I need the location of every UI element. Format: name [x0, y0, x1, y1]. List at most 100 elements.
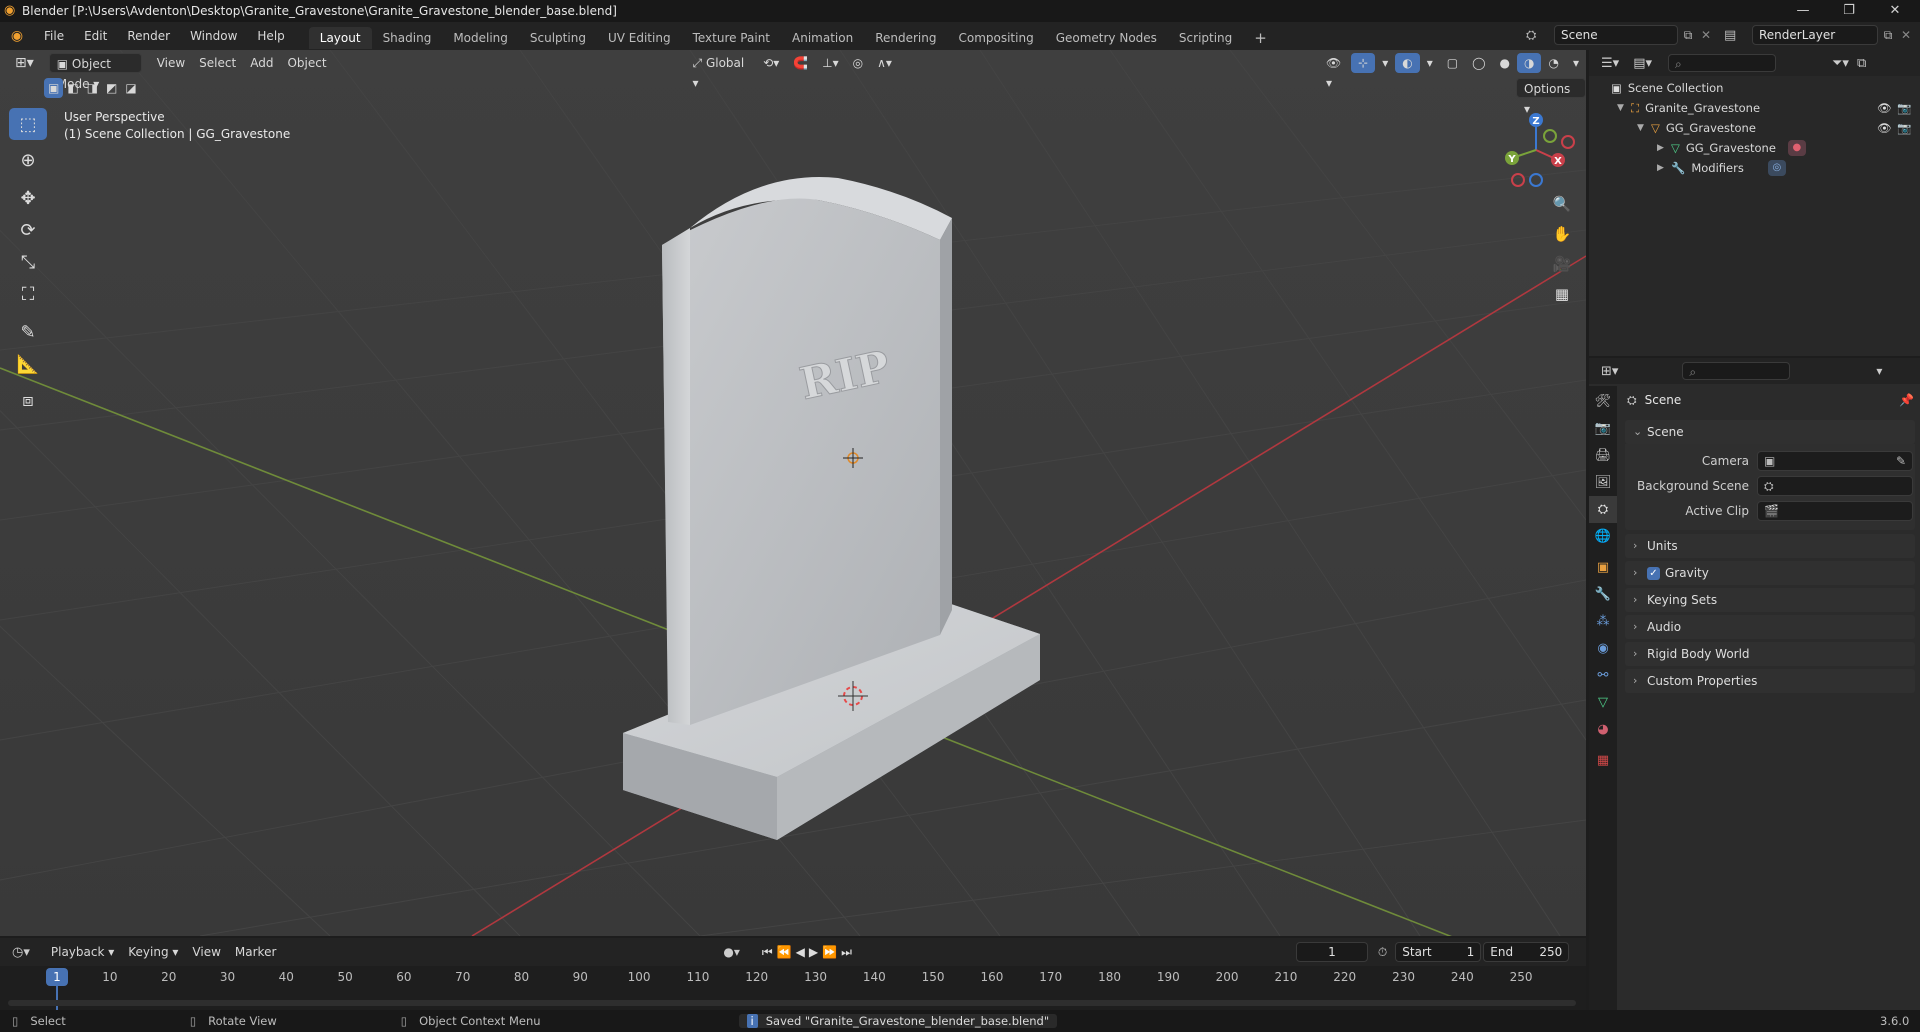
output-tab-icon[interactable]: 🖨	[1589, 442, 1617, 469]
panel-scene-header[interactable]: ⌄ Scene	[1625, 420, 1915, 444]
overlay-dropdown-icon[interactable]: ▾	[1420, 53, 1440, 73]
rendered-shading-icon[interactable]: ◔	[1541, 53, 1565, 73]
panel-keying-sets-header[interactable]: › Keying Sets	[1625, 588, 1915, 612]
transform-orientation-selector[interactable]: ⤢ Global ▾	[686, 53, 753, 90]
add-cube-tool-icon[interactable]: ⧈	[9, 384, 47, 416]
particles-tab-icon[interactable]: ⁂	[1589, 608, 1617, 635]
add-workspace-button[interactable]: +	[1243, 27, 1278, 49]
transform-tool-icon[interactable]: ⛶	[9, 278, 47, 310]
tab-rendering[interactable]: Rendering	[864, 27, 947, 49]
object-tab-icon[interactable]: ▣	[1589, 554, 1617, 581]
menu-render[interactable]: Render	[117, 22, 180, 50]
display-mode-icon[interactable]: ▤▾	[1633, 56, 1652, 71]
expand-chevron-icon[interactable]: ▶	[1657, 138, 1671, 158]
view-layer-field[interactable]: RenderLayer	[1752, 25, 1878, 45]
blender-menu-icon[interactable]: ◉	[0, 28, 34, 44]
properties-options-icon[interactable]: ▾	[1876, 364, 1882, 378]
panel-gravity-header[interactable]: › ✓ Gravity	[1625, 561, 1915, 585]
pan-hand-icon[interactable]: ✋	[1548, 220, 1576, 248]
menu-window[interactable]: Window	[180, 22, 247, 50]
timeline-menu-view[interactable]: View	[185, 942, 227, 962]
select-invert-icon[interactable]: ◩	[102, 78, 121, 98]
properties-editor-type-icon[interactable]: ⊞▾	[1601, 364, 1618, 379]
select-intersect-icon[interactable]: ◪	[121, 78, 140, 98]
tab-layout[interactable]: Layout	[308, 26, 372, 49]
scene-name-field[interactable]: Scene	[1554, 25, 1678, 45]
viewport-menu-select[interactable]: Select	[192, 53, 243, 73]
jump-keyframe-back-icon[interactable]: ⏪	[777, 945, 796, 959]
tab-texture-paint[interactable]: Texture Paint	[682, 27, 781, 49]
jump-start-icon[interactable]: ⏮	[762, 945, 777, 960]
gravity-checkbox[interactable]: ✓	[1647, 567, 1660, 580]
wireframe-shading-icon[interactable]: ◯	[1465, 53, 1492, 73]
data-tab-icon[interactable]: ▽	[1589, 689, 1617, 716]
outliner-row-root[interactable]: ▣ Scene Collection	[1589, 78, 1920, 98]
tab-compositing[interactable]: Compositing	[947, 27, 1044, 49]
zoom-icon[interactable]: 🔍	[1548, 190, 1576, 218]
material-shading-icon[interactable]: ◑	[1517, 53, 1542, 73]
outliner-row-modifiers[interactable]: ▶ 🔧 Modifiers ◎	[1589, 158, 1920, 178]
constraints-tab-icon[interactable]: ⚯	[1589, 662, 1617, 689]
eye-icon[interactable]: 👁	[1877, 118, 1892, 138]
viewport-menu-view[interactable]: View	[150, 53, 192, 73]
visibility-icon[interactable]: 👁▾	[1319, 53, 1351, 90]
rotate-tool-icon[interactable]: ⟳	[9, 214, 47, 246]
timeline-menu-marker[interactable]: Marker	[228, 942, 283, 962]
gizmo-toggle-icon[interactable]: ⊹	[1351, 53, 1376, 73]
falloff-icon[interactable]: ∧▾	[870, 53, 899, 73]
scene-tab-icon[interactable]: ⛭	[1589, 496, 1617, 523]
pin-icon[interactable]: 📌	[1899, 393, 1914, 407]
modifiers-tab-icon[interactable]: 🔧	[1589, 581, 1617, 608]
view-layer-tab-icon[interactable]: 🖼	[1589, 469, 1617, 496]
timeline-editor-type-icon[interactable]: ◷▾	[12, 945, 30, 960]
shading-dropdown-icon[interactable]: ▾	[1566, 53, 1586, 73]
tab-modeling[interactable]: Modeling	[442, 27, 519, 49]
move-tool-icon[interactable]: ✥	[9, 182, 47, 214]
camera-view-icon[interactable]: 🎥	[1548, 250, 1576, 278]
texture-tab-icon[interactable]: ▦	[1589, 747, 1617, 774]
material-icon[interactable]: ●	[1787, 140, 1806, 156]
scene-icon[interactable]: ⛭	[1526, 28, 1554, 43]
timeline-menu-playback[interactable]: Playback ▾	[44, 942, 121, 962]
camera-render-icon[interactable]: 📷	[1897, 118, 1911, 138]
select-subtract-icon[interactable]: ◨	[83, 78, 102, 98]
play-icon[interactable]: ▶	[809, 945, 822, 959]
select-extend-icon[interactable]: ◧	[63, 78, 82, 98]
playhead-frame-indicator[interactable]: 1	[46, 968, 68, 986]
annotate-tool-icon[interactable]: ✎	[9, 316, 47, 348]
tab-shading[interactable]: Shading	[372, 27, 443, 49]
panel-audio-header[interactable]: › Audio	[1625, 615, 1915, 639]
tab-animation[interactable]: Animation	[781, 27, 864, 49]
physics-tab-icon[interactable]: ◉	[1589, 635, 1617, 662]
overlay-toggle-icon[interactable]: ◐	[1395, 53, 1420, 73]
solid-shading-icon[interactable]: ●	[1493, 53, 1517, 73]
new-collection-icon[interactable]: ⧉	[1857, 56, 1866, 71]
jump-end-icon[interactable]: ⏭	[841, 945, 852, 960]
timeline-menu-keying[interactable]: Keying ▾	[121, 942, 185, 962]
panel-custom-properties-header[interactable]: › Custom Properties	[1625, 669, 1915, 693]
filter-icon[interactable]: ⏷▾	[1832, 56, 1849, 71]
current-frame-field[interactable]: 1	[1295, 942, 1368, 962]
modifier-icon[interactable]: ◎	[1767, 160, 1786, 176]
expand-chevron-icon[interactable]: ▶	[1657, 158, 1671, 178]
menu-help[interactable]: Help	[247, 22, 294, 50]
material-tab-icon[interactable]: ◕	[1589, 716, 1617, 743]
expand-chevron-icon[interactable]: ▼	[1617, 98, 1631, 118]
select-new-icon[interactable]: ▣	[44, 78, 64, 98]
pivot-point-icon[interactable]: ⟲▾	[756, 53, 786, 73]
tab-uv-editing[interactable]: UV Editing	[597, 27, 682, 49]
camera-field[interactable]: ▣ ✎	[1757, 451, 1913, 471]
camera-render-icon[interactable]: 📷	[1897, 98, 1911, 118]
tool-tab-icon[interactable]: 🛠	[1589, 388, 1617, 415]
view-layer-icon[interactable]: ▤	[1724, 28, 1752, 43]
snap-icon[interactable]: 🧲	[786, 53, 815, 73]
outliner-row-mesh[interactable]: ▶ ▽ GG_Gravestone ●	[1589, 138, 1920, 158]
panel-units-header[interactable]: › Units	[1625, 534, 1915, 558]
navigation-gizmo[interactable]: Z X Y	[1496, 110, 1576, 190]
new-view-layer-icon[interactable]: ⧉	[1878, 28, 1898, 43]
close-button[interactable]: ✕	[1872, 0, 1918, 22]
panel-rigid-body-world-header[interactable]: › Rigid Body World	[1625, 642, 1915, 666]
jump-keyframe-forward-icon[interactable]: ⏩	[822, 945, 841, 959]
record-icon[interactable]: ●▾	[723, 945, 740, 959]
3d-viewport[interactable]: RIP ⊞▾ ▣ Object Mode ▾ View Select Add O…	[0, 50, 1586, 936]
